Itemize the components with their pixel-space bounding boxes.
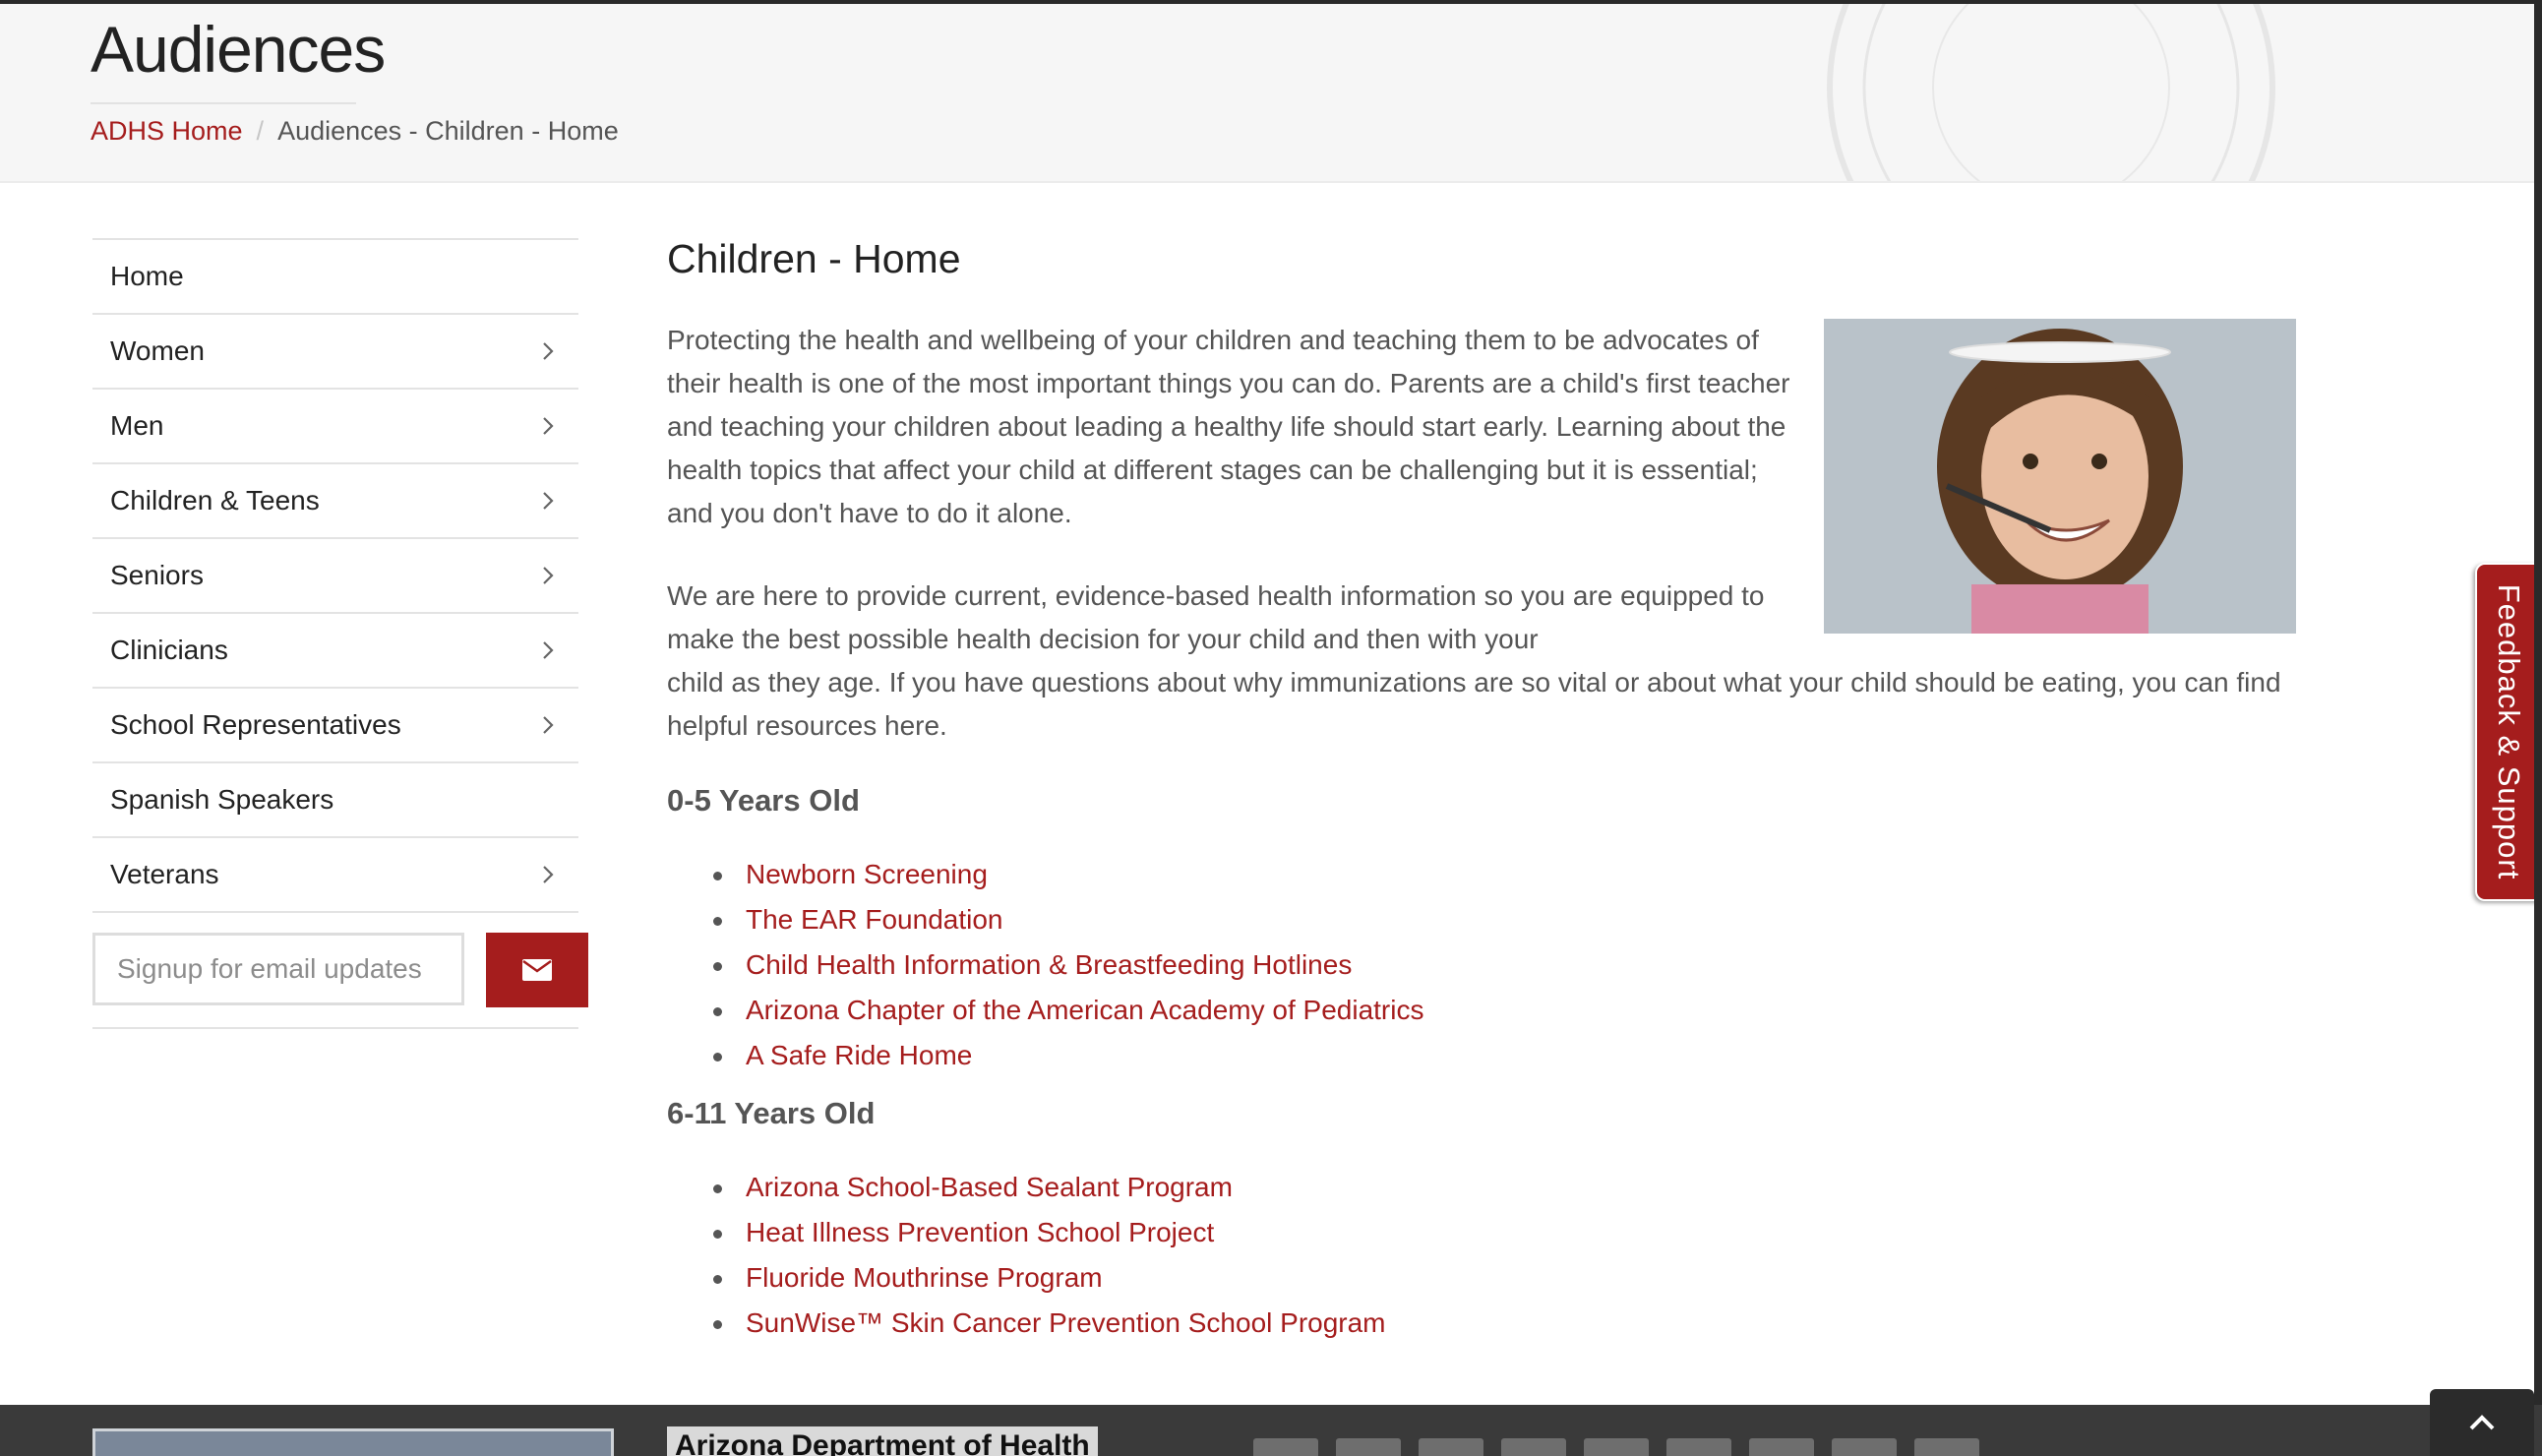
intro-paragraph: Protecting the health and wellbeing of y… <box>667 325 1790 528</box>
footer-building-image <box>92 1428 614 1456</box>
envelope-icon <box>522 959 552 981</box>
facebook-icon[interactable] <box>1336 1438 1401 1456</box>
resources-paragraph-text: child as they age. If you have questions… <box>667 667 2281 741</box>
sidebar-nav: Home Women Men Children & Teens Seniors … <box>92 238 578 913</box>
resource-link[interactable]: Arizona School-Based Sealant Program <box>713 1165 1386 1210</box>
page-title: Audiences <box>91 13 386 86</box>
resource-link[interactable]: A Safe Ride Home <box>712 1033 1423 1078</box>
email-signup-button[interactable] <box>486 933 588 1007</box>
sidebar-item-label: Home <box>110 261 184 291</box>
page-footer: Arizona Department of Health <box>0 1405 2542 1456</box>
chevron-right-icon <box>543 492 554 510</box>
resource-link[interactable]: SunWise™ Skin Cancer Prevention School P… <box>713 1301 1386 1346</box>
chevron-up-icon <box>2469 1415 2495 1430</box>
twitter-icon[interactable] <box>1253 1438 1318 1456</box>
chevron-right-icon <box>543 342 554 360</box>
sidebar-item-clinicians[interactable]: Clinicians <box>92 612 578 687</box>
sidebar-item-home[interactable]: Home <box>92 238 578 313</box>
resources-paragraph-text: We are here to provide current, evidence… <box>667 580 1765 654</box>
resource-link[interactable]: Newborn Screening <box>712 852 1423 897</box>
sidebar-item-label: Spanish Speakers <box>110 784 334 815</box>
sidebar-item-label: Men <box>110 410 164 441</box>
title-divider <box>91 102 356 104</box>
chevron-right-icon <box>543 866 554 883</box>
resource-link[interactable]: Arizona Chapter of the American Academy … <box>712 988 1423 1033</box>
breadcrumb: ADHS Home / Audiences - Children - Home <box>91 116 619 147</box>
email-signup-input[interactable] <box>92 933 464 1005</box>
resource-link[interactable]: Fluoride Mouthrinse Program <box>713 1255 1386 1301</box>
breadcrumb-home-link[interactable]: ADHS Home <box>91 116 243 146</box>
sidebar-item-seniors[interactable]: Seniors <box>92 537 578 612</box>
sidebar-item-veterans[interactable]: Veterans <box>92 836 578 913</box>
sidebar-item-label: Seniors <box>110 560 204 590</box>
content-heading: Children - Home <box>667 236 961 281</box>
section-heading-0-5: 0-5 Years Old <box>667 783 860 818</box>
pinterest-icon[interactable] <box>1584 1438 1649 1456</box>
rss-icon[interactable] <box>1914 1438 1979 1456</box>
email-icon[interactable] <box>1832 1438 1897 1456</box>
youtube-icon[interactable] <box>1419 1438 1483 1456</box>
state-seal-watermark: 1912 ★ ★ <box>1827 4 2275 181</box>
sidebar-item-men[interactable]: Men <box>92 388 578 462</box>
resource-link[interactable]: Child Health Information & Breastfeeding… <box>712 942 1423 988</box>
feedback-support-tab[interactable]: Feedback & Support <box>2475 563 2542 901</box>
resource-link[interactable]: Heat Illness Prevention School Project <box>713 1210 1386 1255</box>
sidebar-item-children-teens[interactable]: Children & Teens <box>92 462 578 537</box>
linkedin-icon[interactable] <box>1749 1438 1814 1456</box>
sidebar-item-school-representatives[interactable]: School Representatives <box>92 687 578 761</box>
sidebar-item-label: Clinicians <box>110 635 228 665</box>
sidebar-divider <box>92 1027 578 1029</box>
window-edge <box>2534 0 2542 1456</box>
chevron-right-icon <box>543 641 554 659</box>
instagram-icon[interactable] <box>1666 1438 1731 1456</box>
section-heading-6-11: 6-11 Years Old <box>667 1096 876 1130</box>
link-list-6-11: Arizona School-Based Sealant Program Hea… <box>713 1165 1386 1346</box>
sidebar-item-label: Children & Teens <box>110 485 320 516</box>
sidebar-item-label: Veterans <box>110 859 219 889</box>
sidebar-item-label: Women <box>110 335 205 366</box>
footer-title: Arizona Department of Health <box>667 1426 1098 1456</box>
breadcrumb-separator: / <box>256 116 265 146</box>
chevron-right-icon <box>543 417 554 435</box>
breadcrumb-current: Audiences - Children - Home <box>277 116 619 146</box>
sidebar-item-label: School Representatives <box>110 709 401 740</box>
sidebar-item-spanish-speakers[interactable]: Spanish Speakers <box>92 761 578 836</box>
resources-paragraph: We are here to provide current, evidence… <box>667 575 2339 748</box>
sidebar-item-women[interactable]: Women <box>92 313 578 388</box>
podcast-icon[interactable] <box>1501 1438 1566 1456</box>
feedback-support-label: Feedback & Support <box>2492 583 2526 880</box>
chevron-right-icon <box>543 716 554 734</box>
resource-link[interactable]: The EAR Foundation <box>712 897 1423 942</box>
back-to-top-button[interactable] <box>2430 1389 2534 1456</box>
page-header: 1912 ★ ★ Audiences ADHS Home / Audiences -… <box>0 4 2542 183</box>
chevron-right-icon <box>543 567 554 584</box>
link-list-0-5: Newborn Screening The EAR Foundation Chi… <box>712 852 1423 1078</box>
